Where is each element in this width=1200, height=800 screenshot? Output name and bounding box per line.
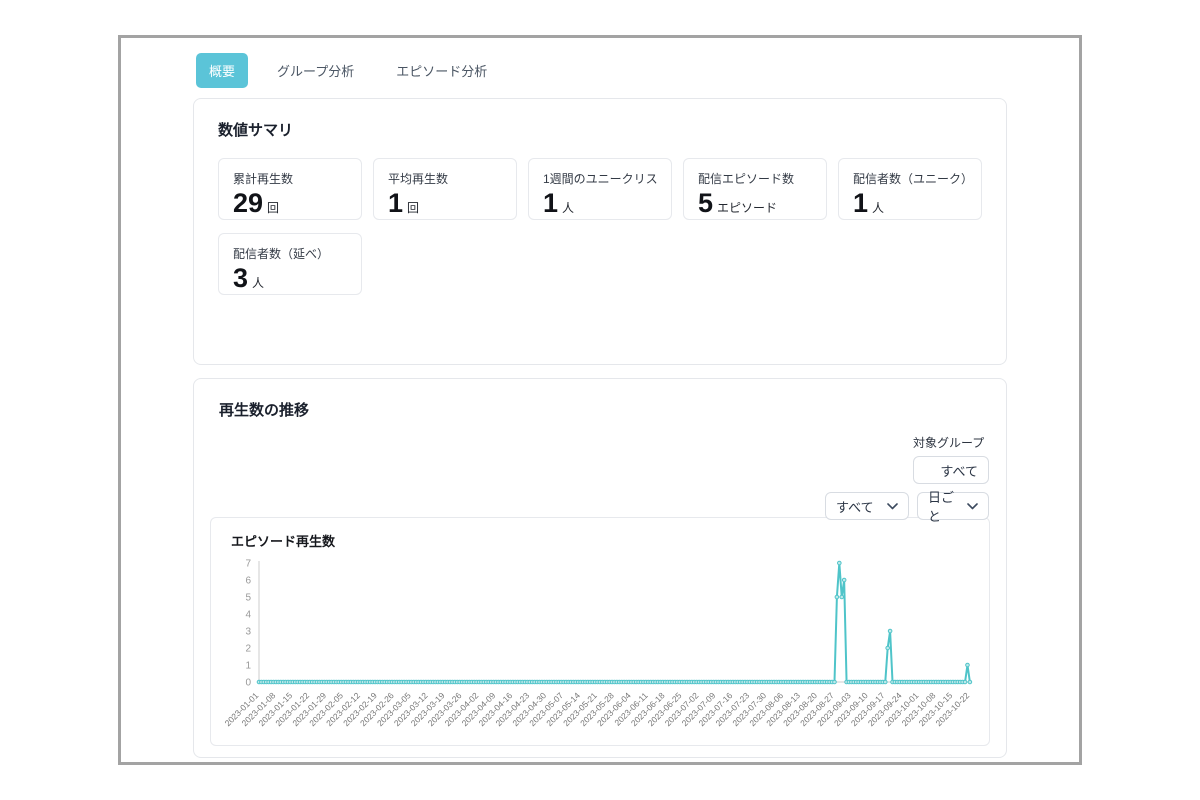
stat-unit: 回 (267, 201, 279, 215)
tab-overview[interactable]: 概要 (196, 53, 248, 88)
stat-unit: 人 (562, 201, 574, 215)
stat-weekly-unique-listeners: 1週間のユニークリスナー数 1人 (528, 158, 672, 220)
stat-unit: 人 (252, 276, 264, 290)
stat-value: 1 (543, 188, 558, 218)
episode-plays-chart-panel: エピソード再生数 012345672023-01-012023-01-08202… (210, 517, 990, 746)
svg-text:0: 0 (245, 678, 251, 689)
trend-card: 再生数の推移 対象グループ すべて すべて 日 (193, 378, 1007, 758)
svg-text:3: 3 (245, 627, 251, 638)
summary-card: 数値サマリ 累計再生数 29回 平均再生数 1回 1週間のユニークリスナー数 1… (193, 98, 1007, 365)
svg-text:2: 2 (245, 644, 251, 655)
stat-value: 1 (388, 188, 403, 218)
stat-value: 29 (233, 188, 263, 218)
chevron-down-icon (967, 503, 978, 510)
summary-title: 数値サマリ (218, 119, 982, 140)
stat-value: 5 (698, 188, 713, 218)
stat-label: 累計再生数 (233, 170, 347, 187)
svg-text:6: 6 (245, 576, 251, 587)
svg-text:5: 5 (245, 593, 251, 604)
stat-label: 配信者数（延べ） (233, 245, 347, 262)
group-filter-value: すべて (940, 461, 978, 480)
chevron-down-icon (887, 503, 898, 510)
episode-filter-select[interactable]: すべて (825, 492, 909, 520)
stat-label: 配信エピソード数 (698, 170, 812, 187)
episode-filter-value: すべて (836, 497, 874, 516)
stat-label: 配信者数（ユニーク） (853, 170, 967, 187)
svg-text:7: 7 (245, 559, 251, 570)
stat-average-plays: 平均再生数 1回 (373, 158, 517, 220)
group-filter-label: 対象グループ (913, 434, 989, 451)
stat-broadcasters-total: 配信者数（延べ） 3人 (218, 233, 362, 295)
svg-text:1: 1 (245, 661, 251, 672)
app-window: 概要 グループ分析 エピソード分析 数値サマリ 累計再生数 29 回 平均再生数 … (118, 35, 1082, 765)
stat-value: 1 (853, 188, 868, 218)
trend-title: 再生数の推移 (219, 399, 990, 420)
trend-filters: 対象グループ すべて すべて 日ごと (825, 434, 989, 520)
stats-grid: 累計再生数 29回 平均再生数 1回 1週間のユニークリスナー数 1人 配信エピ… (218, 158, 982, 295)
stat-episode-count: 配信エピソード数 5 エピソード (683, 158, 827, 220)
stat-broadcasters-unique: 配信者数（ユニーク） 1人 (838, 158, 982, 220)
stat-label: 1週間のユニークリスナー数 (543, 170, 657, 187)
granularity-select[interactable]: 日ごと (917, 492, 989, 520)
analytics-tabs: 概要 グループ分析 エピソード分析 (193, 53, 1007, 88)
stat-total-plays: 累計再生数 29 回 (218, 158, 362, 220)
stat-unit: エピソード (717, 201, 777, 215)
group-filter-select[interactable]: すべて (913, 456, 989, 484)
tab-episode-analysis[interactable]: エピソード分析 (383, 53, 500, 88)
stat-unit: 回 (407, 201, 419, 215)
stat-unit: 人 (872, 201, 884, 215)
granularity-value: 日ごと (928, 487, 959, 525)
stat-value: 3 (233, 263, 248, 293)
tab-group-analysis[interactable]: グループ分析 (264, 53, 367, 88)
stat-label: 平均再生数 (388, 170, 502, 187)
chart-title: エピソード再生数 (231, 531, 983, 550)
trend-chart-svg: 012345672023-01-012023-01-082023-01-1520… (225, 556, 993, 736)
svg-text:4: 4 (245, 610, 251, 621)
